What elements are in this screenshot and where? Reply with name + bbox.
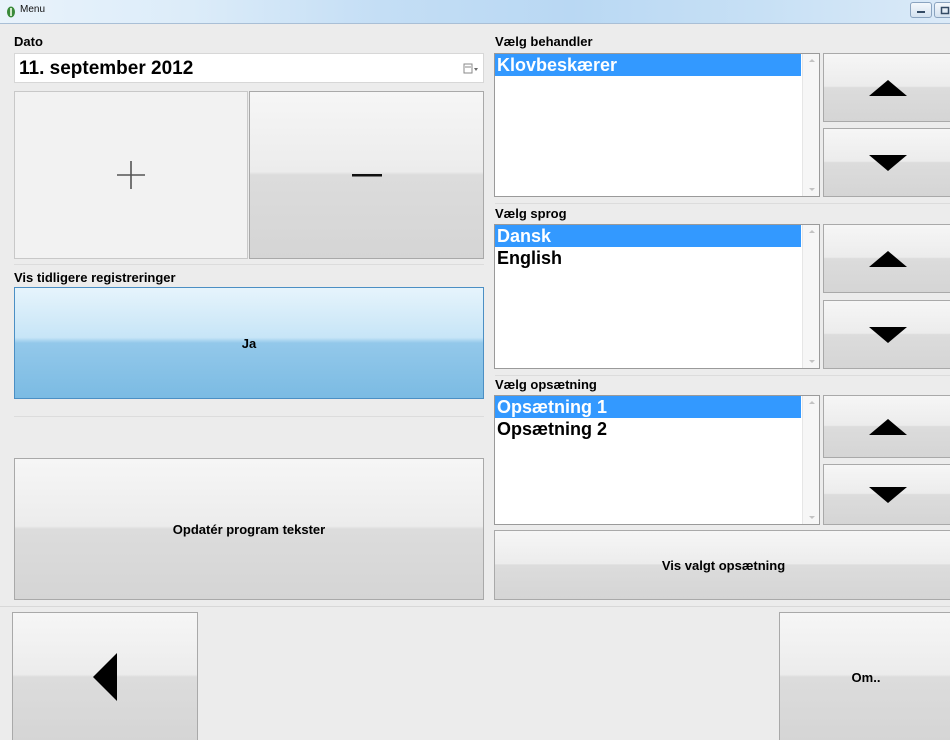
triangle-down-icon <box>869 486 907 503</box>
treater-label: Vælg behandler <box>495 34 593 49</box>
triangle-left-icon <box>93 653 117 701</box>
scrollbar[interactable] <box>802 396 819 524</box>
increment-date-button[interactable] <box>14 91 248 259</box>
title-bar[interactable]: Menu <box>0 0 950 24</box>
setup-list[interactable]: Opsætning 1 Opsætning 2 <box>494 395 820 525</box>
app-window: Menu Dato 11. september 2012 Vis tidlige… <box>0 0 950 740</box>
list-item[interactable]: Dansk <box>495 225 801 247</box>
back-button[interactable] <box>12 612 198 740</box>
decrement-date-button[interactable] <box>249 91 484 259</box>
list-item[interactable]: Opsætning 2 <box>495 418 801 440</box>
list-item[interactable]: Opsætning 1 <box>495 396 801 418</box>
language-label: Vælg sprog <box>495 206 567 221</box>
update-texts-button[interactable]: Opdatér program tekster <box>14 458 484 600</box>
show-previous-toggle[interactable]: Ja <box>14 287 484 399</box>
minus-icon <box>351 174 382 177</box>
group-separator <box>495 375 950 376</box>
scrollbar[interactable] <box>802 54 819 196</box>
triangle-up-icon <box>869 79 907 96</box>
app-icon <box>7 6 15 18</box>
date-picker[interactable]: 11. september 2012 <box>14 53 484 83</box>
window-controls <box>908 2 950 18</box>
show-selected-setup-button[interactable]: Vis valgt opsætning <box>494 530 950 600</box>
date-value: 11. september 2012 <box>19 58 194 79</box>
treater-list[interactable]: Klovbeskærer <box>494 53 820 197</box>
bottom-separator <box>0 606 950 607</box>
list-item[interactable]: English <box>495 247 801 269</box>
window-title: Menu <box>20 4 46 15</box>
language-up-button[interactable] <box>823 224 950 293</box>
setup-label: Vælg opsætning <box>495 377 597 392</box>
calendar-dropdown-icon[interactable] <box>463 62 479 76</box>
date-label: Dato <box>14 34 43 49</box>
previous-registrations-label: Vis tidligere registreringer <box>14 270 176 285</box>
treater-down-button[interactable] <box>823 128 950 197</box>
triangle-up-icon <box>869 250 907 267</box>
about-button[interactable]: Om.. <box>779 612 950 740</box>
triangle-up-icon <box>869 418 907 435</box>
setup-up-button[interactable] <box>823 395 950 458</box>
list-item[interactable]: Klovbeskærer <box>495 54 801 76</box>
minimize-button[interactable] <box>910 2 932 18</box>
treater-up-button[interactable] <box>823 53 950 122</box>
setup-down-button[interactable] <box>823 464 950 525</box>
plus-icon <box>117 161 145 189</box>
language-down-button[interactable] <box>823 300 950 369</box>
language-list[interactable]: Dansk English <box>494 224 820 369</box>
scrollbar[interactable] <box>802 225 819 368</box>
group-separator <box>14 416 484 417</box>
triangle-down-icon <box>869 154 907 171</box>
minimize-icon <box>917 11 925 13</box>
group-separator <box>14 264 484 265</box>
triangle-down-icon <box>869 326 907 343</box>
maximize-button[interactable] <box>934 2 950 18</box>
maximize-icon <box>940 6 950 14</box>
group-separator <box>495 203 950 204</box>
